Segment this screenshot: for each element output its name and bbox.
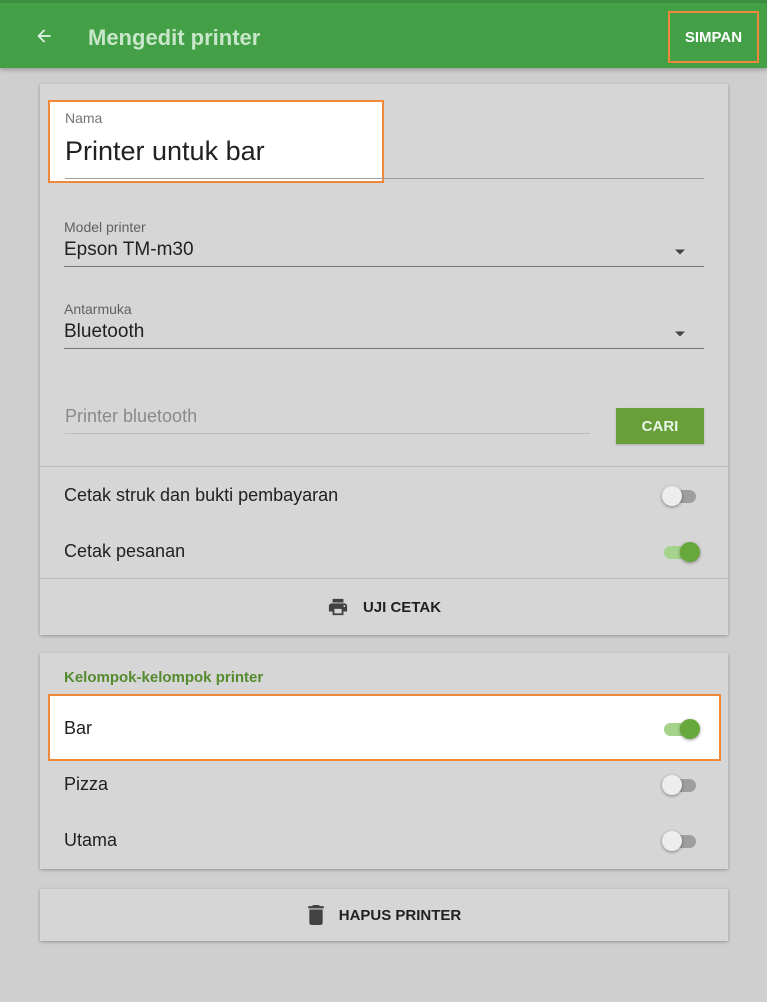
printer-icon — [328, 598, 348, 616]
toggle-thumb — [662, 486, 682, 506]
printer-model-label: Model printer — [64, 219, 146, 235]
name-field-label: Nama — [65, 110, 103, 126]
printer-settings-card: Nama Printer untuk bar Model printer Eps… — [40, 84, 728, 635]
delete-printer-button[interactable]: HAPUS PRINTER — [40, 889, 728, 941]
trash-icon — [307, 905, 324, 925]
test-print-label: UJI CETAK — [362, 598, 442, 616]
group-label-bar: Bar — [64, 718, 93, 738]
chevron-down-icon[interactable] — [674, 248, 686, 256]
interface-select[interactable]: Bluetooth — [64, 321, 144, 343]
chevron-down-icon[interactable] — [674, 330, 686, 338]
printer-model-underline — [64, 266, 704, 267]
search-button[interactable]: CARI — [616, 408, 704, 444]
interface-label: Antarmuka — [64, 301, 132, 317]
print-order-row[interactable]: Cetak pesanan — [40, 523, 728, 579]
print-order-toggle[interactable] — [662, 541, 702, 563]
interface-underline — [64, 348, 704, 349]
toggle-thumb — [662, 775, 682, 795]
page-title: Mengedit printer — [88, 25, 261, 50]
bluetooth-printer-input[interactable]: Printer bluetooth — [65, 406, 590, 434]
printer-groups-title: Kelompok-kelompok printer — [64, 669, 264, 686]
print-receipt-label: Cetak struk dan bukti pembayaran — [64, 485, 339, 505]
name-field-underline — [65, 178, 704, 179]
group-label-utama: Utama — [64, 830, 118, 850]
print-order-label: Cetak pesanan — [64, 541, 186, 561]
group-row-utama[interactable]: Utama — [40, 812, 728, 868]
print-receipt-row[interactable]: Cetak struk dan bukti pembayaran — [40, 467, 728, 523]
toggle-thumb — [680, 542, 700, 562]
group-toggle-pizza[interactable] — [662, 774, 702, 796]
delete-printer-label: HAPUS PRINTER — [338, 906, 462, 924]
printer-model-select[interactable]: Epson TM-m30 — [64, 239, 194, 261]
toggle-thumb — [680, 719, 700, 739]
group-toggle-bar[interactable] — [662, 718, 702, 740]
group-row-bar[interactable]: Bar — [40, 700, 728, 756]
group-toggle-utama[interactable] — [662, 830, 702, 852]
group-row-pizza[interactable]: Pizza — [40, 756, 728, 812]
back-button[interactable] — [26, 18, 62, 54]
group-label-pizza: Pizza — [64, 774, 109, 794]
toggle-thumb — [662, 831, 682, 851]
save-button[interactable]: SIMPAN — [668, 11, 759, 63]
app-bar: Mengedit printer SIMPAN — [0, 0, 767, 68]
printer-groups-card: Kelompok-kelompok printer Bar Pizza Utam… — [40, 653, 728, 869]
print-receipt-toggle[interactable] — [662, 485, 702, 507]
test-print-button[interactable]: UJI CETAK — [40, 579, 728, 635]
name-input[interactable]: Printer untuk bar — [65, 136, 265, 167]
arrow-left-icon — [37, 29, 51, 43]
